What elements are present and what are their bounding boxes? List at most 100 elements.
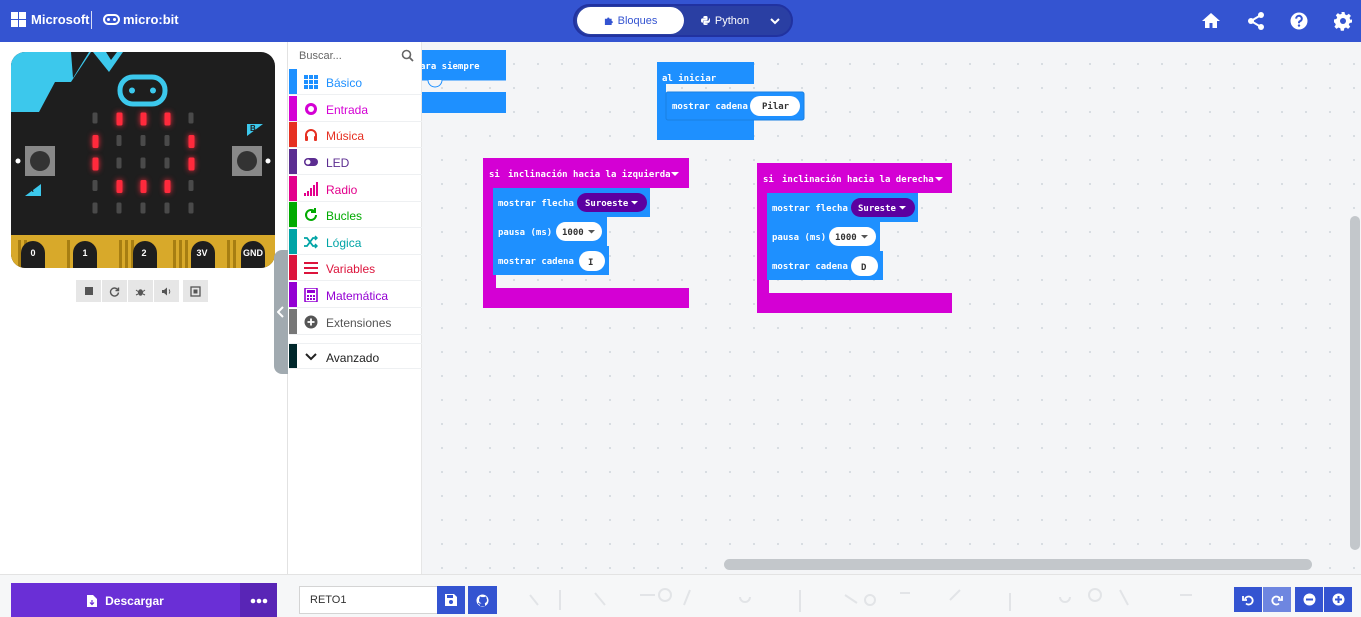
header-divider	[91, 11, 92, 29]
category-label: Música	[326, 129, 365, 143]
horizontal-scrollbar[interactable]	[724, 559, 1312, 570]
category-logic[interactable]: Lógica	[289, 229, 422, 255]
tilt-right-arrow-value[interactable]: Sureste	[858, 204, 897, 214]
category-label: Lógica	[326, 236, 362, 250]
search-input[interactable]	[299, 48, 399, 64]
category-color-bar	[289, 122, 297, 147]
stop-button[interactable]	[76, 280, 101, 302]
tilt-right-pause-value[interactable]: 1000	[835, 233, 857, 243]
led-on	[92, 157, 99, 171]
forever-block[interactable]: ara siempre	[422, 50, 506, 113]
plus-circle-icon	[1332, 593, 1344, 606]
microsoft-logo[interactable]: Microsoft	[11, 12, 90, 27]
tilt-left-pause-value[interactable]: 1000	[562, 228, 584, 238]
led-off	[140, 157, 146, 169]
category-math[interactable]: Matemática	[289, 282, 422, 308]
github-button[interactable]	[468, 586, 497, 614]
tilt-right-pause-label: pausa (ms)	[772, 233, 826, 243]
category-extensions[interactable]: Extensiones	[289, 309, 422, 335]
mute-button[interactable]	[154, 280, 179, 302]
tilt-left-event-block[interactable]: si inclinación hacia la izquierda mostra…	[483, 158, 689, 308]
category-label: Matemática	[326, 289, 389, 303]
tilt-right-event-block[interactable]: si inclinación hacia la derecha mostrar …	[757, 163, 952, 313]
python-mode-button[interactable]: Python	[685, 7, 765, 34]
tilt-left-string-value[interactable]: I	[588, 258, 593, 268]
zoom-out-button[interactable]	[1295, 587, 1323, 612]
pin-label: 1	[82, 248, 88, 258]
search-icon[interactable]	[401, 49, 414, 62]
download-button[interactable]: Descargar	[11, 583, 240, 617]
restart-icon	[109, 286, 120, 297]
category-label: LED	[326, 156, 350, 170]
home-icon[interactable]	[1200, 10, 1222, 32]
category-basic[interactable]: Básico	[289, 69, 422, 95]
chevron-down-icon	[305, 353, 317, 361]
microbit-board-graphic	[11, 52, 275, 268]
project-name-input[interactable]	[299, 586, 437, 614]
toolbox-panel: Básico Entrada Música LED Radio Bucles L…	[289, 42, 422, 574]
category-loops[interactable]: Bucles	[289, 202, 422, 228]
category-color-bar	[289, 69, 297, 94]
plus-circle-icon	[304, 315, 318, 329]
restart-button[interactable]	[102, 280, 127, 302]
editor-mode-toggle: Bloques Python	[573, 4, 793, 37]
gear-icon[interactable]	[1332, 10, 1354, 32]
category-led[interactable]: LED	[289, 149, 422, 175]
help-icon[interactable]	[1288, 10, 1310, 32]
bottom-bar: Descargar	[0, 574, 1361, 617]
led-on	[92, 135, 99, 148]
category-label: Variables	[326, 262, 376, 276]
vertical-scrollbar[interactable]	[1350, 216, 1360, 550]
volume-icon	[162, 287, 171, 295]
led-off	[164, 202, 170, 214]
tilt-left-arrow-value[interactable]: Suroeste	[585, 199, 629, 209]
forever-label: ara siempre	[422, 61, 480, 72]
led-off	[164, 157, 170, 169]
on-start-string-value[interactable]: Pilar	[762, 101, 790, 112]
collapse-simulator-button[interactable]	[274, 250, 288, 374]
fullscreen-icon	[190, 285, 201, 297]
share-icon[interactable]	[1245, 10, 1267, 32]
led-off	[140, 202, 146, 214]
category-input[interactable]: Entrada	[289, 96, 422, 122]
microbit-board: A B 0 1 2 3V GND	[11, 52, 275, 268]
pin-label: 3V	[196, 248, 208, 258]
pin-label: GND	[243, 248, 263, 258]
download-more-button[interactable]	[240, 583, 277, 617]
debug-button[interactable]	[128, 280, 153, 302]
category-advanced[interactable]: Avanzado	[289, 343, 422, 369]
top-bar: Microsoft micro:bit Bloques Python	[0, 0, 1361, 42]
on-start-block[interactable]: al iniciar mostrar cadena Pilar	[657, 62, 805, 140]
fullscreen-button[interactable]	[183, 280, 208, 302]
category-radio[interactable]: Radio	[289, 176, 422, 202]
microsoft-label: Microsoft	[31, 12, 90, 27]
undo-button[interactable]	[1234, 587, 1262, 612]
led-off	[116, 157, 122, 169]
led-on	[140, 112, 147, 126]
tilt-right-string-value[interactable]: D	[861, 263, 867, 273]
calculator-icon	[304, 288, 318, 302]
category-variables[interactable]: Variables	[289, 255, 422, 281]
led-off	[92, 180, 98, 191]
redo-button[interactable]	[1263, 587, 1291, 612]
microsoft-squares-icon	[11, 12, 26, 27]
blocks-canvas: ara siempre al iniciar mostrar cadena Pi…	[422, 50, 952, 313]
python-icon	[700, 16, 710, 25]
blocks-mode-button[interactable]: Bloques	[577, 7, 684, 34]
tilt-left-pause-label: pausa (ms)	[498, 228, 552, 238]
chevron-down-icon[interactable]	[768, 12, 782, 30]
zoom-in-button[interactable]	[1324, 587, 1352, 612]
tilt-left-show-string-label: mostrar cadena	[498, 257, 574, 267]
category-label: Extensiones	[326, 316, 392, 330]
category-color-bar	[289, 202, 297, 227]
blocks-workspace[interactable]: ara siempre al iniciar mostrar cadena Pi…	[422, 42, 1361, 574]
category-label: Entrada	[326, 103, 369, 117]
undo-icon	[1242, 595, 1254, 605]
on-start-label: al iniciar	[662, 73, 717, 84]
microbit-logo[interactable]: micro:bit	[103, 12, 179, 27]
file-download-icon	[87, 594, 98, 607]
button-a-label: A	[28, 185, 34, 194]
save-button[interactable]	[437, 586, 465, 614]
microbit-label: micro:bit	[123, 12, 179, 27]
category-music[interactable]: Música	[289, 122, 422, 148]
